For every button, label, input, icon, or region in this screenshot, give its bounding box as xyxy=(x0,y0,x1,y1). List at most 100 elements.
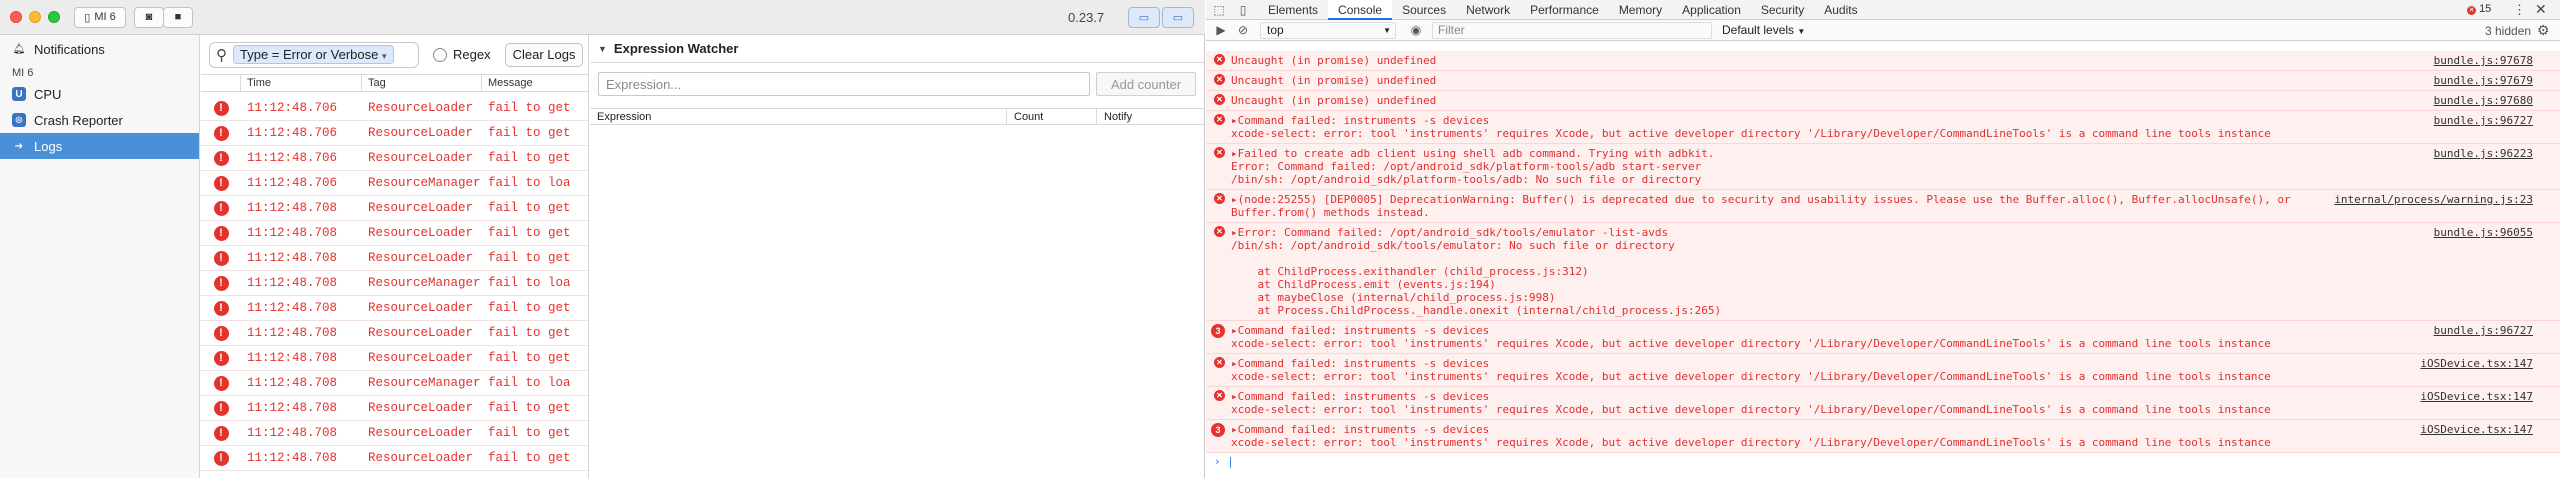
clear-logs-button[interactable]: Clear Logs xyxy=(504,42,584,67)
console-error-message[interactable]: ✕ ▸Failed to create adb client using shel… xyxy=(1206,144,2560,190)
zoom-window-button[interactable] xyxy=(48,11,60,23)
record-button[interactable]: ■ xyxy=(163,6,193,28)
tab-memory[interactable]: Memory xyxy=(1609,0,1672,20)
tab-sources[interactable]: Sources xyxy=(1392,0,1456,20)
expression-watcher-title: Expression Watcher xyxy=(613,41,739,56)
log-row[interactable]: ! 11:12:48.708 ResourceManager fail to loa xyxy=(201,271,588,296)
tab-application[interactable]: Application xyxy=(1672,0,1751,20)
console-message-text: ▸Error: Command failed: /opt/android_sdk… xyxy=(1231,226,1722,317)
more-options-icon[interactable]: ⋮ xyxy=(2513,2,2526,18)
log-row[interactable]: ! 11:12:48.708 ResourceManager fail to loa xyxy=(201,371,588,396)
right-sidebar-icon: ▭ xyxy=(1172,12,1184,24)
console-error-message[interactable]: ✕ ▸Command failed: instruments -s devices… xyxy=(1206,354,2560,387)
log-time: 11:12:48.708 xyxy=(247,326,338,340)
source-link[interactable]: bundle.js:97680 xyxy=(2434,94,2533,107)
logs-search-input[interactable]: ⚲ Type = Error or Verbose ▾ xyxy=(209,41,419,68)
column-header-message[interactable]: Message xyxy=(482,75,588,91)
column-header-count[interactable]: Count xyxy=(1007,109,1097,124)
log-row[interactable]: ! 11:12:48.706 ResourceManager fail to loa xyxy=(201,171,588,196)
console-error-message[interactable]: ✕ Uncaught (in promise) undefined bundle.j… xyxy=(1206,91,2560,111)
inspect-element-icon[interactable]: ⬚ xyxy=(1206,3,1232,17)
source-link[interactable]: bundle.js:96055 xyxy=(2434,226,2533,239)
tab-performance[interactable]: Performance xyxy=(1520,0,1609,20)
log-row[interactable]: ! 11:12:48.706 ResourceLoader fail to get xyxy=(201,96,588,121)
screenshot-button[interactable]: ◙ xyxy=(134,6,164,28)
log-row[interactable]: ! 11:12:48.708 ResourceLoader fail to get xyxy=(201,346,588,371)
console-error-message[interactable]: ✕ ▸Error: Command failed: /opt/android_sd… xyxy=(1206,223,2560,321)
cpu-icon: U xyxy=(12,87,26,101)
context-selector[interactable]: top ▼ xyxy=(1260,21,1396,39)
console-filter-input[interactable]: Filter xyxy=(1432,21,1712,39)
context-selector-label: top xyxy=(1267,22,1284,37)
console-error-message[interactable]: ✕ ▸Command failed: instruments -s devices… xyxy=(1206,111,2560,144)
log-row[interactable]: ! 11:12:48.708 ResourceLoader fail to get xyxy=(201,196,588,221)
console-error-message[interactable]: 3 ▸Command failed: instruments -s devices… xyxy=(1206,420,2560,453)
device-toolbar-icon[interactable]: ▯ xyxy=(1232,3,1254,17)
column-header-notify[interactable]: Notify xyxy=(1097,109,1204,124)
log-row[interactable]: ! 11:12:48.708 ResourceLoader fail to get xyxy=(201,246,588,271)
column-header-expression[interactable]: Expression xyxy=(590,109,1007,124)
console-prompt[interactable]: › | xyxy=(1206,453,2560,471)
chevron-down-icon: ▼ xyxy=(1383,25,1391,35)
expression-watcher-header[interactable]: ▼ Expression Watcher xyxy=(590,35,1204,63)
source-link[interactable]: iOSDevice.tsx:147 xyxy=(2420,423,2533,436)
error-count-badge[interactable]: ✕ 15 xyxy=(2467,3,2491,15)
column-header-tag[interactable]: Tag xyxy=(362,75,482,91)
regex-toggle[interactable] xyxy=(433,47,447,62)
sidebar-item-crash-reporter[interactable]: ⊛ Crash Reporter xyxy=(0,107,199,133)
close-devtools-icon[interactable]: ✕ xyxy=(2535,1,2547,18)
console-error-message[interactable]: 3 ▸Command failed: instruments -s devices… xyxy=(1206,321,2560,354)
log-row[interactable]: ! 11:12:48.706 ResourceLoader fail to get xyxy=(201,121,588,146)
error-icon: ! xyxy=(213,250,229,266)
filter-chip-label: Type = Error or Verbose xyxy=(240,47,379,62)
log-row[interactable]: ! 11:12:48.706 ResourceLoader fail to get xyxy=(201,146,588,171)
source-link[interactable]: iOSDevice.tsx:147 xyxy=(2420,390,2533,403)
source-link[interactable]: iOSDevice.tsx:147 xyxy=(2420,357,2533,370)
log-row[interactable]: ! 11:12:48.708 ResourceLoader fail to get xyxy=(201,221,588,246)
tab-elements[interactable]: Elements xyxy=(1258,0,1328,20)
log-row[interactable]: ! 11:12:48.708 ResourceLoader fail to get xyxy=(201,396,588,421)
console-error-message[interactable]: ✕ ▸Command failed: instruments -s devices… xyxy=(1206,387,2560,420)
tab-network[interactable]: Network xyxy=(1456,0,1520,20)
tab-console[interactable]: Console xyxy=(1328,0,1393,20)
sidebar-item-notifications[interactable]: 🔔︎ Notifications xyxy=(0,36,199,62)
log-row[interactable]: ! 11:12:48.708 ResourceLoader fail to get xyxy=(201,421,588,446)
sidebar-item-cpu[interactable]: U CPU xyxy=(0,81,199,107)
level-cell: ! xyxy=(201,425,241,441)
tab-security[interactable]: Security xyxy=(1751,0,1814,20)
eye-icon[interactable]: ◉ xyxy=(1404,23,1428,37)
console-error-message[interactable]: ✕ Uncaught (in promise) undefined bundle.j… xyxy=(1206,51,2560,71)
console-error-message[interactable]: ✕ ▸(node:25255) [DEP0005] DeprecationWarn… xyxy=(1206,190,2560,223)
source-link[interactable]: bundle.js:97678 xyxy=(2434,54,2533,67)
source-link[interactable]: bundle.js:97679 xyxy=(2434,74,2533,87)
close-window-button[interactable] xyxy=(10,11,22,23)
tab-audits[interactable]: Audits xyxy=(1814,0,1867,20)
error-icon: ! xyxy=(213,200,229,216)
log-row[interactable]: ! 11:12:48.708 ResourceLoader fail to get xyxy=(201,446,588,471)
settings-gear-icon[interactable]: ⚙ xyxy=(2537,22,2550,39)
source-link[interactable]: bundle.js:96727 xyxy=(2434,114,2533,127)
column-header-time[interactable]: Time xyxy=(241,75,362,91)
sidebar-item-logs[interactable]: ➔ Logs xyxy=(0,133,199,159)
log-row[interactable]: ! 11:12:48.708 ResourceLoader fail to get xyxy=(201,296,588,321)
sidebar-toggle-icon[interactable]: ▶ xyxy=(1210,23,1232,37)
source-link[interactable]: internal/process/warning.js:23 xyxy=(2334,193,2533,206)
clear-console-icon[interactable]: ⊘ xyxy=(1232,23,1254,37)
window-controls xyxy=(10,11,60,23)
minimize-window-button[interactable] xyxy=(29,11,41,23)
devtools-panel: ⬚ ▯ Elements Console Sources Network Perform… xyxy=(1206,0,2560,478)
device-selector-button[interactable]: ▯ MI 6 xyxy=(74,6,126,28)
expression-input[interactable]: Expression... xyxy=(598,72,1090,96)
console-error-message[interactable]: ✕ Uncaught (in promise) undefined bundle.j… xyxy=(1206,71,2560,91)
toggle-sidebar-button[interactable]: ▭ xyxy=(1128,7,1160,28)
toggle-right-panel-button[interactable]: ▭ xyxy=(1162,7,1194,28)
add-counter-button[interactable]: Add counter xyxy=(1096,72,1196,96)
log-tag: ResourceLoader xyxy=(368,151,474,165)
log-row[interactable]: ! 11:12:48.708 ResourceLoader fail to get xyxy=(201,321,588,346)
log-levels-dropdown[interactable]: Default levels ▼ xyxy=(1722,23,1805,37)
filter-chip[interactable]: Type = Error or Verbose ▾ xyxy=(233,45,394,64)
console-message-text: ▸Failed to create adb client using shell… xyxy=(1231,147,1715,186)
source-link[interactable]: bundle.js:96727 xyxy=(2434,324,2533,337)
console-message-text: Uncaught (in promise) undefined xyxy=(1231,94,1437,107)
source-link[interactable]: bundle.js:96223 xyxy=(2434,147,2533,160)
